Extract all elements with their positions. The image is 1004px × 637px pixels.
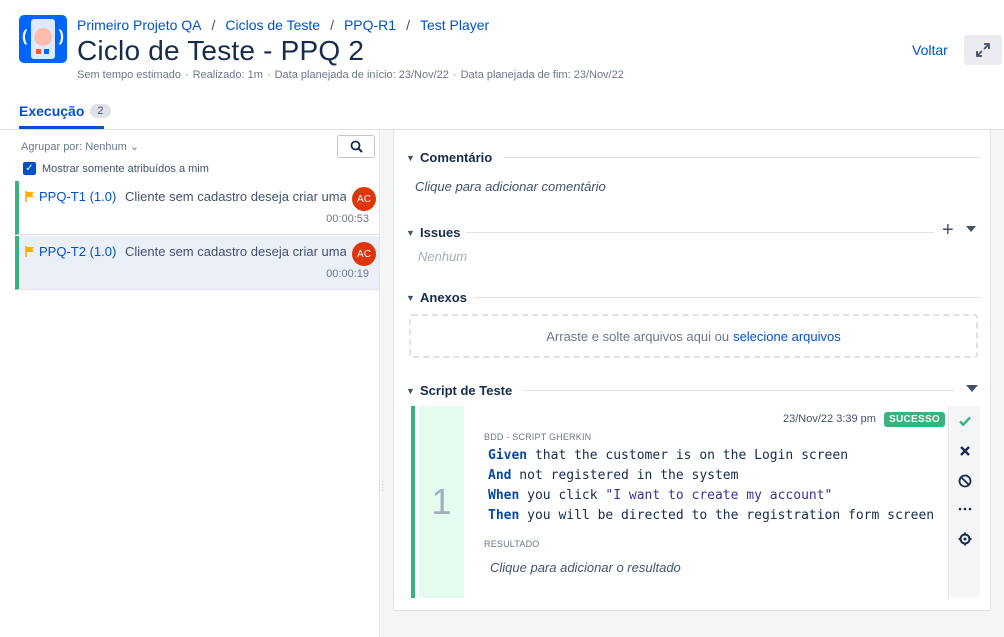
back-button[interactable]: Voltar [912,42,948,58]
settings-button[interactable] [950,527,980,551]
gherkin-line: When you click "I want to create my acco… [488,488,833,503]
issue-menu-caret-icon[interactable] [966,226,976,232]
step-date: 23/Nov/22 3:39 pm [783,413,876,425]
issues-section-toggle[interactable]: ▼ Issues [406,225,460,240]
group-by-label: Agrupar por: Nenhum [21,141,127,153]
issues-empty-text: Nenhum [418,249,468,264]
chevron-down-icon: ▼ [406,385,415,396]
avatar: AC [352,187,376,211]
check-icon [959,416,971,427]
search-button[interactable] [337,135,375,158]
execution-item[interactable]: PPQ-T1 (1.0) Cliente sem cadastro deseja… [15,181,379,235]
tab-count-badge: 2 [90,104,111,118]
tab-label: Execução [19,103,85,119]
comment-input[interactable]: Clique para adicionar comentário [415,179,606,194]
only-mine-filter[interactable]: ✓ Mostrar somente atribuídos a mim [23,162,209,175]
more-button[interactable] [950,497,980,521]
status-badge: SUCESSO [884,412,946,427]
step-actions [950,406,980,598]
section-divider [504,157,980,158]
comment-section-toggle[interactable]: ▼ Comentário [406,150,492,165]
block-button[interactable] [950,469,980,493]
test-step: 1 23/Nov/22 3:39 pm SUCESSO BDD - SCRIPT… [411,406,980,598]
flag-icon [25,246,34,257]
chevron-down-icon: ⌄ [129,141,140,153]
execution-time: 00:00:53 [326,213,369,225]
chevron-down-icon: ▼ [406,227,415,238]
execution-list-panel: Agrupar por: Nenhum ⌄ ✓ Mostrar somente … [15,130,380,637]
gherkin-line: Given that the customer is on the Login … [488,448,849,463]
execution-key[interactable]: PPQ-T1 (1.0) [39,189,116,204]
dropzone-text: Arraste e solte arquivos aqui ou [546,328,730,344]
execution-summary: Cliente sem cadastro deseja criar uma co… [125,244,346,259]
breadcrumb: Primeiro Projeto QA / Ciclos de Teste / … [77,17,490,33]
execution-item[interactable]: PPQ-T2 (1.0) Cliente sem cadastro deseja… [15,236,379,290]
execution-time: 00:00:19 [326,268,369,280]
expand-button[interactable] [964,35,1002,65]
page-title: Ciclo de Teste - PPQ 2 [77,35,365,66]
settings-icon [958,532,972,546]
add-issue-button[interactable]: + [942,220,954,240]
step-body: 23/Nov/22 3:39 pm SUCESSO BDD - SCRIPT G… [464,406,949,598]
only-mine-checkbox[interactable]: ✓ [23,162,36,175]
breadcrumb-cycle[interactable]: PPQ-R1 [344,17,396,33]
search-icon [350,140,363,153]
cycle-meta: Sem tempo estimado · Realizado: 1m · Data pl… [77,69,624,81]
chevron-down-icon: ▼ [406,292,415,303]
meta-start-date: Data planejada de início: 23/Nov/22 [274,69,449,81]
step-number: 1 [419,406,464,598]
pass-button[interactable] [950,409,980,433]
execution-key[interactable]: PPQ-T2 (1.0) [39,244,116,259]
meta-realized: Realizado: 1m [192,69,263,81]
select-files-link[interactable]: selecione arquivos [733,329,841,344]
attachments-section-toggle[interactable]: ▼ Anexos [406,290,467,305]
section-divider [524,390,954,391]
result-input[interactable]: Clique para adicionar o resultado [490,560,681,575]
close-icon [960,446,970,456]
attachment-dropzone[interactable]: Arraste e solte arquivos aqui ou selecio… [409,314,978,358]
fail-button[interactable] [950,439,980,463]
breadcrumb-project[interactable]: Primeiro Projeto QA [77,17,201,33]
section-divider [466,232,934,233]
result-label: RESULTADO [484,539,540,549]
section-divider [474,297,980,298]
expand-icon [976,43,990,57]
tab-execucao[interactable]: Execução 2 [19,103,111,119]
gherkin-line: And not registered in the system [488,468,739,483]
breadcrumb-test-player[interactable]: Test Player [420,17,489,33]
breadcrumb-test-cycles[interactable]: Ciclos de Teste [225,17,320,33]
group-by-dropdown[interactable]: Agrupar por: Nenhum ⌄ [21,140,139,153]
script-menu-caret-icon[interactable] [966,385,978,392]
bdd-label: BDD - SCRIPT GHERKIN [484,432,592,442]
avatar: AC [352,242,376,266]
meta-end-date: Data planejada de fim: 23/Nov/22 [460,69,624,81]
attachments-section-title: Anexos [420,290,467,305]
issues-section-title: Issues [420,225,461,240]
comment-section-title: Comentário [420,150,493,165]
only-mine-label: Mostrar somente atribuídos a mim [42,162,209,175]
meta-estimated: Sem tempo estimado [77,69,181,81]
execution-summary: Cliente sem cadastro deseja criar uma co… [125,189,346,204]
block-icon [958,474,972,488]
script-section-title: Script de Teste [420,383,513,398]
gherkin-script: Given that the customer is on the Login … [488,446,934,526]
project-avatar-icon: ( ) [19,15,67,63]
chevron-down-icon: ▼ [406,152,415,163]
script-section-toggle[interactable]: ▼ Script de Teste [406,383,512,398]
gherkin-line: Then you will be directed to the registr… [488,508,935,523]
flag-icon [25,191,34,202]
more-icon [958,507,972,511]
panel-resize-handle[interactable]: · · · · [381,477,384,496]
